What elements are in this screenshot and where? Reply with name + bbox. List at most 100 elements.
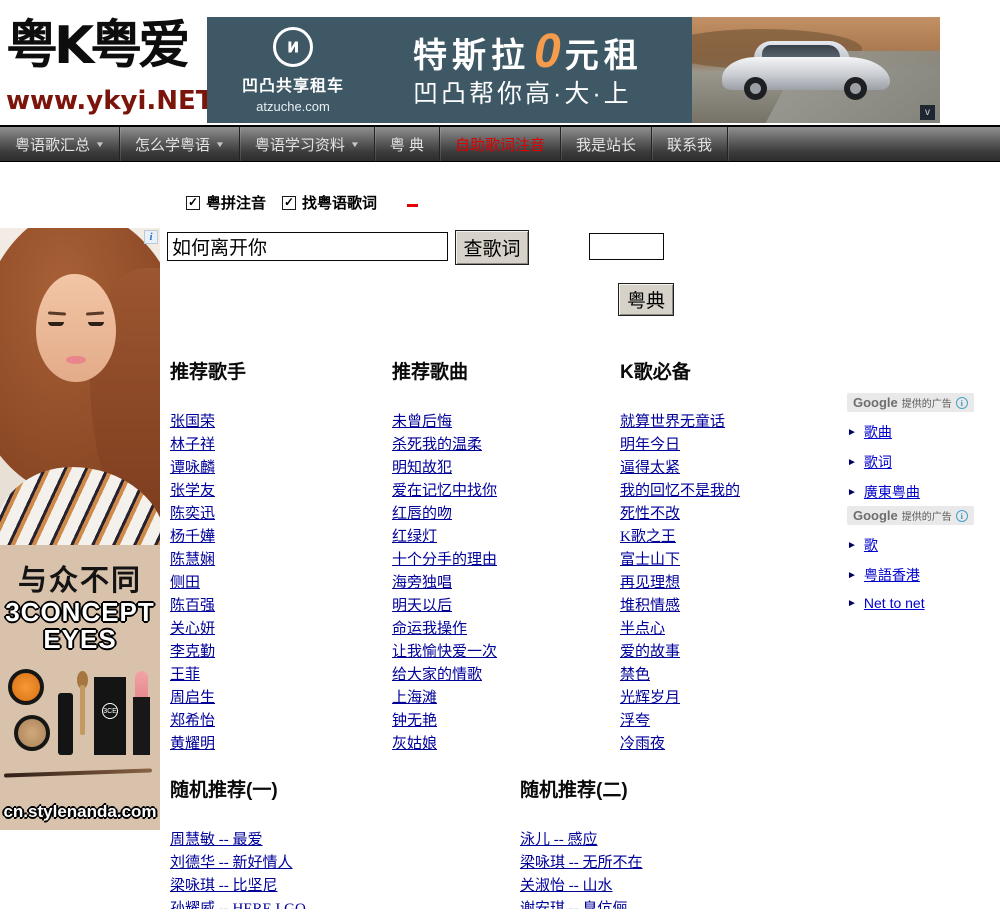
google-ad-link[interactable]: 歌词: [864, 452, 892, 472]
google-ad-link[interactable]: 歌曲: [864, 422, 892, 442]
dictionary-input[interactable]: [589, 233, 664, 260]
karaoke-song-link[interactable]: 逼得太紧: [620, 457, 680, 480]
random-song-link[interactable]: 泳儿 -- 感应: [520, 829, 598, 852]
random-song-link[interactable]: 刘德华 -- 新好情人: [170, 852, 293, 875]
karaoke-song-link[interactable]: 禁色: [620, 664, 650, 687]
song-link[interactable]: 灰姑娘: [392, 733, 437, 756]
singer-link[interactable]: 谭咏麟: [170, 457, 215, 480]
karaoke-song-link[interactable]: 光辉岁月: [620, 687, 680, 710]
google-ad-link[interactable]: 粤語香港: [864, 565, 920, 585]
nav-item-song-collection[interactable]: 粤语歌汇总 ▼: [0, 127, 120, 161]
site-logo-url: www.ykyi.NET: [6, 86, 214, 116]
karaoke-song-link[interactable]: 死性不改: [620, 503, 680, 526]
song-link[interactable]: 红唇的吻: [392, 503, 452, 526]
karaoke-song-link[interactable]: 再见理想: [620, 572, 680, 595]
cosmetics-tagline: 与众不同: [17, 565, 142, 597]
google-ad-header: Google 提供的广告 i: [847, 393, 974, 412]
singer-link[interactable]: 郑希怡: [170, 710, 215, 733]
karaoke-song-link[interactable]: 半点心: [620, 618, 665, 641]
random-song-link[interactable]: 梁咏琪 -- 比坚尼: [170, 875, 278, 898]
random-song-link[interactable]: 周慧敏 -- 最爱: [170, 829, 263, 852]
random-recommend-section-2: 随机推荐(二) 泳儿 -- 感应 梁咏琪 -- 无所不在 关淑怡 -- 山水 谢安琪 …: [520, 775, 850, 909]
banner-ad[interactable]: 凹凸共享租车 atzuche.com 特斯拉0 元租 凹凸帮你高·大·上 v: [207, 17, 940, 123]
song-link[interactable]: 上海滩: [392, 687, 437, 710]
google-ad-block-1: Google 提供的广告 i ► 歌曲 ► 歌词 ► 廣東粤曲: [847, 393, 977, 502]
cosmetics-products-image: 3CE: [0, 653, 160, 783]
random-song-link[interactable]: 关淑怡 -- 山水: [520, 875, 613, 898]
nav-item-learn-cantonese[interactable]: 怎么学粤语 ▼: [120, 127, 240, 161]
ad-corner-tag[interactable]: v: [920, 105, 935, 120]
find-lyrics-checkbox[interactable]: ✓: [282, 195, 297, 210]
singer-link[interactable]: 关心妍: [170, 618, 215, 641]
karaoke-song-link[interactable]: 爱的故事: [620, 641, 680, 664]
song-link[interactable]: 明知故犯: [392, 457, 452, 480]
singer-link[interactable]: 李克勤: [170, 641, 215, 664]
singer-link[interactable]: 张学友: [170, 480, 215, 503]
singer-link[interactable]: 王菲: [170, 664, 200, 687]
song-link[interactable]: 十个分手的理由: [392, 549, 497, 572]
main-nav: 粤语歌汇总 ▼ 怎么学粤语 ▼ 粤语学习资料 ▼ 粤 典 自助歌词注音 我是站长 联系…: [0, 127, 1000, 162]
random-song-link[interactable]: 孙耀威 -- HERE I GO: [170, 898, 306, 909]
nav-item-contact[interactable]: 联系我: [652, 127, 729, 161]
singer-link[interactable]: 陈慧娴: [170, 549, 215, 572]
pinyin-checkbox[interactable]: ✓: [186, 195, 200, 210]
karaoke-song-link[interactable]: 就算世界无童话: [620, 411, 725, 434]
site-logo[interactable]: 粤K粤爱 www.ykyi.NET: [6, 6, 214, 116]
compact-powder-icon: [14, 715, 50, 751]
singer-link[interactable]: 陈奕迅: [170, 503, 215, 526]
song-link[interactable]: 让我愉快爱一次: [392, 641, 497, 664]
song-link[interactable]: 未曾后悔: [392, 411, 452, 434]
car-wheel-icon: [844, 77, 867, 100]
song-link[interactable]: 杀死我的温柔: [392, 434, 482, 457]
google-wordmark: Google: [853, 508, 898, 523]
lipstick-case-icon: [133, 697, 150, 755]
karaoke-song-link[interactable]: 堆积情感: [620, 595, 680, 618]
google-ad-link-row: ► 歌曲: [847, 422, 977, 442]
sidebar-photo-ad[interactable]: i: [0, 228, 160, 545]
singer-link[interactable]: 侧田: [170, 572, 200, 595]
nav-item-dictionary[interactable]: 粤 典: [375, 127, 440, 161]
lyrics-search-input[interactable]: [167, 232, 448, 261]
karaoke-song-link[interactable]: K歌之王: [620, 526, 676, 549]
info-icon[interactable]: i: [955, 509, 968, 522]
song-link[interactable]: 给大家的情歌: [392, 664, 482, 687]
singer-link[interactable]: 陈百强: [170, 595, 215, 618]
song-link[interactable]: 明天以后: [392, 595, 452, 618]
google-ad-link[interactable]: 廣東粤曲: [864, 482, 920, 502]
random-song-link[interactable]: 梁咏琪 -- 无所不在: [520, 852, 643, 875]
recommended-songs-column: 推荐歌曲 未曾后悔 杀死我的温柔 明知故犯 爱在记忆中找你 红唇的吻 红绿灯 十个分手的理由…: [392, 357, 622, 756]
google-ad-link[interactable]: Net to net: [864, 595, 925, 611]
chevron-down-icon: ▼: [94, 139, 106, 149]
song-link[interactable]: 钟无艳: [392, 710, 437, 733]
karaoke-song-link[interactable]: 我的回忆不是我的: [620, 480, 740, 503]
singer-link[interactable]: 林子祥: [170, 434, 215, 457]
info-icon[interactable]: i: [955, 396, 968, 409]
song-link[interactable]: 海旁独唱: [392, 572, 452, 595]
karaoke-song-link[interactable]: 明年今日: [620, 434, 680, 457]
sidebar-cosmetics-ad[interactable]: 与众不同 3CONCEPT EYES 3CE cn.stylenanda.com: [0, 545, 160, 830]
song-link[interactable]: 命运我操作: [392, 618, 467, 641]
dictionary-button[interactable]: 粤典: [618, 283, 674, 316]
banner-headline-suffix: 元租: [564, 37, 643, 75]
nav-item-study-material[interactable]: 粤语学习资料 ▼: [240, 127, 375, 161]
ad-info-icon[interactable]: i: [144, 230, 158, 244]
singer-link[interactable]: 张国荣: [170, 411, 215, 434]
karaoke-song-link[interactable]: 浮夸: [620, 710, 650, 733]
random-song-link[interactable]: 谢安琪 -- 臭伉俪: [520, 898, 628, 909]
karaoke-song-link[interactable]: 冷雨夜: [620, 733, 665, 756]
singer-link[interactable]: 黄耀明: [170, 733, 215, 756]
song-link[interactable]: 红绿灯: [392, 526, 437, 549]
song-link[interactable]: 爱在记忆中找你: [392, 480, 497, 503]
singer-link[interactable]: 杨千嬅: [170, 526, 215, 549]
search-lyrics-button[interactable]: 查歌词: [455, 230, 529, 265]
nav-item-lyric-annotation[interactable]: 自助歌词注音: [440, 127, 561, 161]
nav-item-webmaster[interactable]: 我是站长: [561, 127, 653, 161]
karaoke-song-link[interactable]: 富士山下: [620, 549, 680, 572]
google-ad-link[interactable]: 歌: [864, 535, 878, 555]
arrow-right-icon: ►: [847, 597, 857, 609]
section-title: 随机推荐(二): [520, 780, 628, 801]
arrow-right-icon: ►: [847, 539, 857, 551]
singer-link[interactable]: 周启生: [170, 687, 215, 710]
red-dash-indicator: [407, 204, 419, 207]
banner-brand: 凹凸共享租车 atzuche.com: [207, 17, 379, 123]
